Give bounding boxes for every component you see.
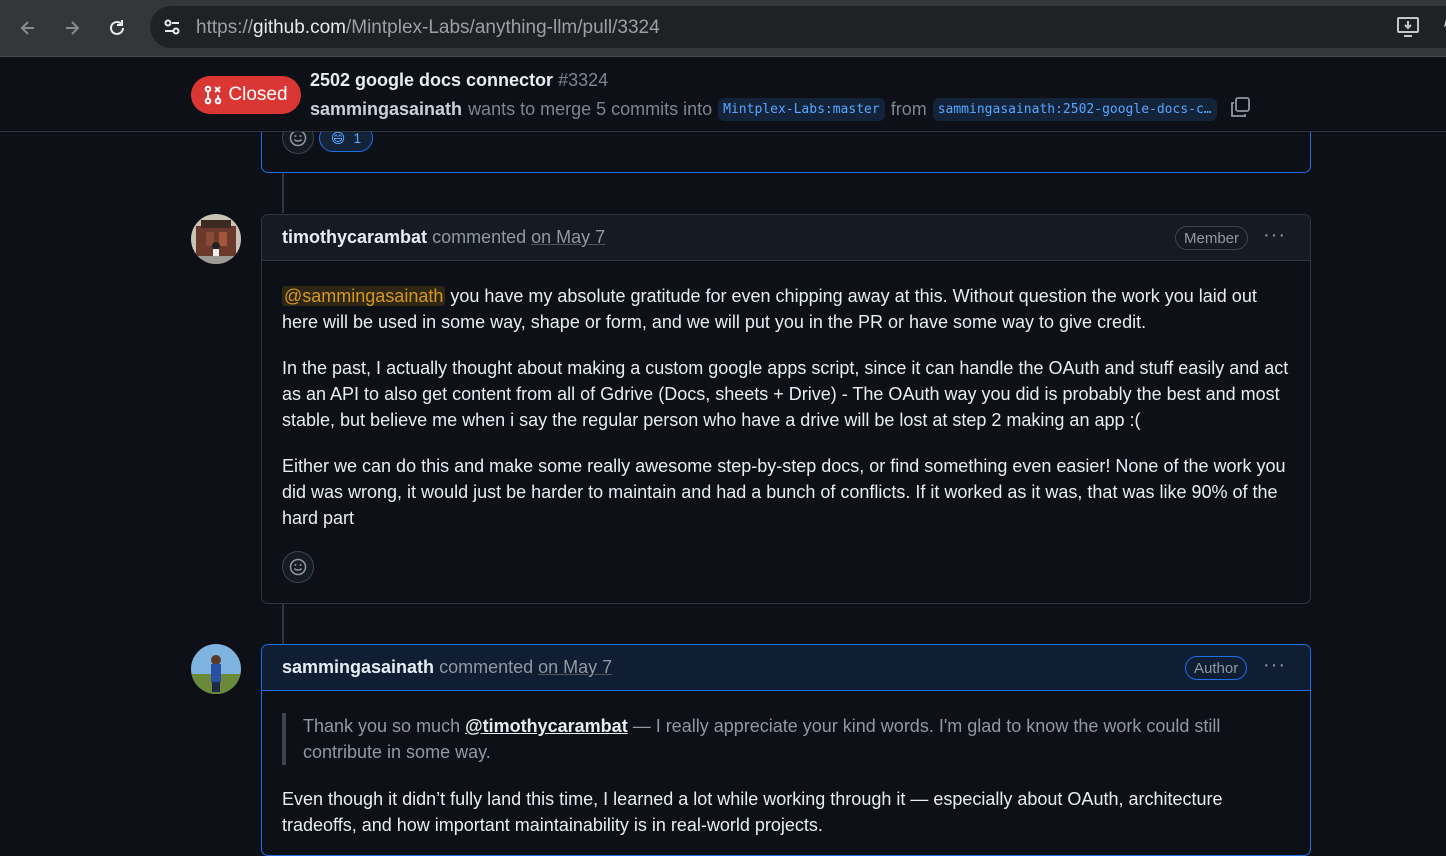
comment-header: timothycarambat commented on May 7 Membe… (262, 215, 1310, 261)
url-path: /Mintplex-Labs/anything-llm/pull/3324 (345, 17, 660, 38)
reaction-count: 1 (353, 130, 362, 146)
comment-paragraph: Even though it didn’t fully land this ti… (282, 789, 1223, 835)
address-bar[interactable]: https://github.com/Mintplex-Labs/anythin… (150, 6, 1446, 48)
comment-date-link[interactable]: on May 7 (538, 657, 612, 677)
comment-paragraph: Either we can do this and make some real… (282, 456, 1286, 528)
comment-action: commented (432, 227, 527, 247)
pr-title-text: 2502 google docs connector (310, 70, 554, 90)
comment-header-text: sammingasainath commented on May 7 (282, 657, 612, 678)
pr-merge-text: wants to merge 5 commits into (468, 99, 713, 119)
reload-button[interactable] (101, 12, 133, 44)
comment-paragraph: @sammingasainath you have my absolute gr… (282, 283, 1290, 335)
kebab-horizontal-icon[interactable]: ··· (1263, 224, 1286, 247)
pr-sticky-header: Closed 2502 google docs connector #3324 … (0, 57, 1446, 132)
comment-body: @sammingasainath you have my absolute gr… (262, 261, 1310, 531)
comment-card: timothycarambat commented on May 7 Membe… (261, 214, 1311, 604)
comment-date-link[interactable]: on May 7 (531, 227, 605, 247)
user-mention-link[interactable]: @timothycarambat (465, 716, 628, 736)
timeline-connector (282, 173, 284, 213)
bookmark-star-icon[interactable] (1434, 16, 1446, 43)
smiley-icon (289, 558, 307, 576)
comment-card: sammingasainath commented on May 7 Autho… (261, 644, 1311, 856)
reaction-emoji: 😄 (330, 129, 346, 146)
copy-icon[interactable] (1229, 96, 1251, 123)
reload-icon (110, 20, 124, 35)
url-host: github.com (253, 17, 346, 38)
role-badge: Member (1175, 226, 1249, 250)
pr-meta: sammingasainath wants to merge 5 commits… (310, 96, 1251, 123)
add-reaction-button[interactable] (282, 551, 314, 583)
url-text: https://github.com/Mintplex-Labs/anythin… (196, 17, 660, 39)
browser-toolbar: https://github.com/Mintplex-Labs/anythin… (0, 0, 1446, 57)
pr-state-label: Closed (228, 84, 288, 105)
avatar[interactable] (191, 644, 241, 694)
user-mention-link[interactable]: @sammingasainath (282, 286, 446, 306)
timeline-connector (282, 604, 284, 644)
comment-header-text: timothycarambat commented on May 7 (282, 227, 605, 248)
role-badge: Author (1185, 656, 1248, 680)
kebab-horizontal-icon[interactable]: ··· (1263, 654, 1286, 677)
comment-author-link[interactable]: sammingasainath (282, 657, 434, 677)
pr-state-badge: Closed (191, 76, 301, 114)
git-pull-request-closed-icon (205, 85, 222, 105)
back-button[interactable] (12, 12, 44, 44)
pr-from-text: from (890, 99, 927, 119)
arrow-left-icon (20, 21, 34, 35)
comment-action: commented (439, 657, 534, 677)
comment-paragraph: In the past, I actually thought about ma… (282, 358, 1289, 430)
pr-author-link[interactable]: sammingasainath (310, 99, 462, 120)
comment-author-link[interactable]: timothycarambat (282, 227, 427, 247)
quote-text: Thank you so much (303, 716, 466, 736)
install-icon[interactable] (1396, 16, 1420, 43)
comment-header: sammingasainath commented on May 7 Autho… (262, 645, 1310, 691)
comment-body: Thank you so much @timothycarambat — I r… (262, 691, 1310, 838)
url-scheme: https:// (196, 17, 254, 38)
arrow-right-icon (66, 21, 80, 35)
avatar[interactable] (191, 214, 241, 264)
pr-title: 2502 google docs connector #3324 (310, 70, 608, 91)
head-branch-label[interactable]: sammingasainath:2502-google-docs-c… (932, 98, 1217, 121)
tune-icon[interactable] (162, 17, 182, 42)
blockquote: Thank you so much @timothycarambat — I r… (282, 713, 1290, 765)
pr-number: #3324 (558, 70, 609, 90)
forward-button[interactable] (56, 12, 88, 44)
base-branch-label[interactable]: Mintplex-Labs:master (718, 98, 885, 121)
